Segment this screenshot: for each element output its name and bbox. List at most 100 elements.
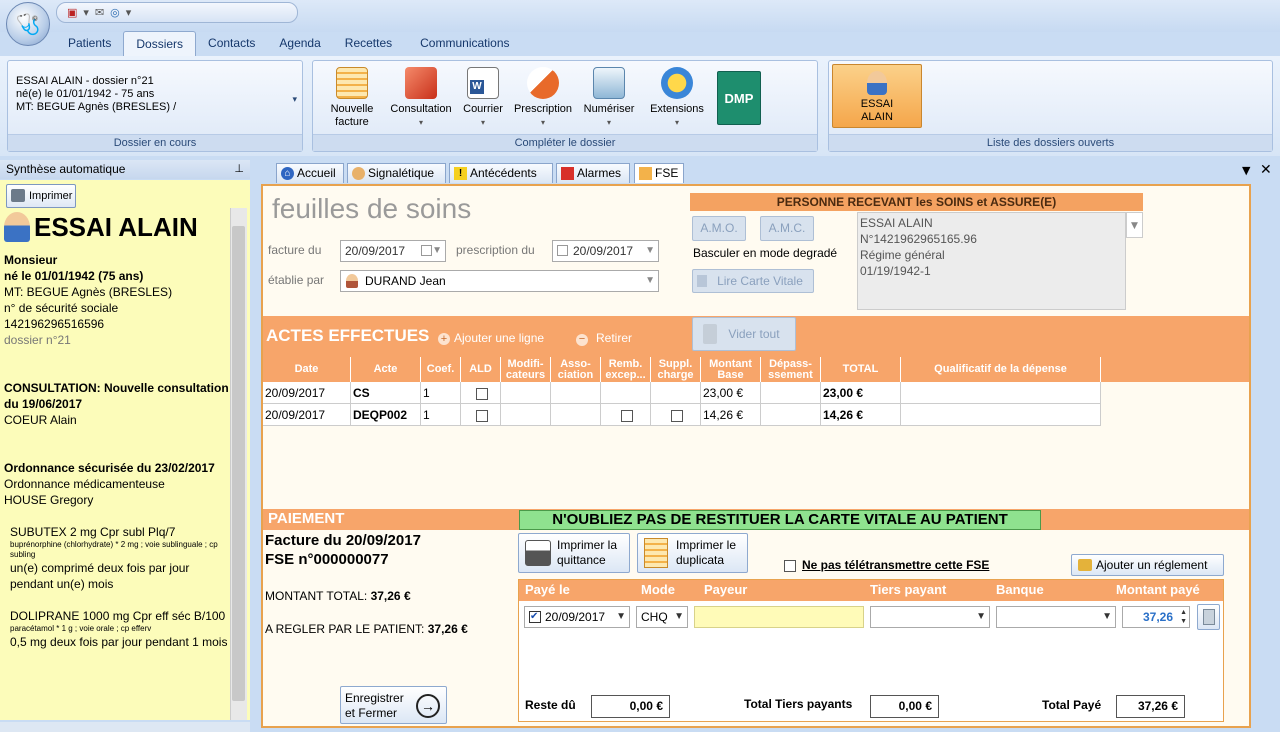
checked-checkbox[interactable]: ✔ (529, 611, 541, 623)
total-paye-label: Total Payé (1042, 698, 1102, 712)
consultation-button[interactable]: Consultation ▾ (387, 67, 455, 129)
tab-agenda[interactable]: Agenda (267, 31, 332, 57)
vider-tout-button[interactable]: Vider tout (692, 317, 796, 351)
button-label: Consultation (390, 103, 452, 115)
chevron-down-icon[interactable]: ▼ (674, 607, 684, 627)
medication-detail: buprénorphine (chlorhydrate) * 2 mg ; vo… (10, 540, 218, 559)
ald-checkbox[interactable] (475, 387, 488, 400)
dmp-button[interactable]: DMP (717, 71, 767, 125)
cell-depassement (761, 404, 821, 426)
pdf-icon[interactable]: ▣ (67, 6, 77, 19)
column-header: Qualificatif de la dépense (901, 357, 1101, 382)
chevron-down-icon[interactable]: ▼ (645, 241, 655, 261)
remove-line-button[interactable]: − Retirer (576, 331, 632, 346)
prescription-date-picker[interactable]: 20/09/2017 ▼ (552, 240, 659, 262)
cell-total: 14,26 € (821, 404, 901, 426)
tab-signaletique[interactable]: Signalétique (347, 163, 446, 183)
web-icon[interactable]: ◎ (110, 6, 120, 19)
close-icon[interactable]: ✕ (1260, 162, 1272, 178)
dropdown-icon: ▾ (480, 118, 485, 127)
facture-date-picker[interactable]: 20/09/2017 ▼ (340, 240, 446, 262)
column-header: Coef. (421, 357, 461, 382)
tab-dossiers[interactable]: Dossiers (123, 31, 197, 57)
tab-patients[interactable]: Patients (56, 31, 123, 57)
table-row[interactable]: 20/09/2017 CS 1 23,00 € 23,00 € (263, 382, 1101, 404)
chevron-down-icon[interactable]: ▼ (1242, 164, 1250, 177)
tab-accueil[interactable]: ⌂ Accueil (276, 163, 344, 183)
no-teletrans-checkbox[interactable] (784, 559, 796, 572)
chevron-down-icon[interactable]: ▼ (1126, 212, 1143, 238)
flag-icon (561, 167, 574, 180)
extensions-button[interactable]: Extensions ▾ (647, 67, 707, 129)
cell-base: 14,26 € (701, 404, 761, 426)
group-dossiers-ouverts: ESSAI ALAIN Liste des dossiers ouverts (828, 60, 1273, 152)
montant-paye-stepper[interactable]: 37,26 ▲ ▼ (1122, 606, 1190, 628)
remb-checkbox[interactable] (620, 409, 633, 422)
amo-button[interactable]: A.M.O. (692, 216, 746, 241)
prescription-button[interactable]: Prescription ▾ (511, 67, 575, 129)
dropdown-icon[interactable]: ▾ (126, 6, 132, 19)
amc-button[interactable]: A.M.C. (760, 216, 814, 241)
print-button[interactable]: Imprimer (6, 184, 76, 208)
tab-recettes[interactable]: Recettes (333, 31, 404, 57)
tab-communications[interactable]: Communications (404, 31, 521, 57)
tab-contacts[interactable]: Contacts (196, 31, 267, 57)
print-quittance-button[interactable]: Imprimer la quittance (518, 533, 630, 573)
praticien-select[interactable]: DURAND Jean ▼ (340, 270, 659, 292)
dropdown-icon: ▾ (418, 118, 423, 127)
tiers-payant-select[interactable]: ▼ (870, 606, 990, 628)
paye-le-date-picker[interactable]: ✔ 20/09/2017 ▼ (524, 606, 630, 628)
print-duplicata-button[interactable]: Imprimer le duplicata (637, 533, 748, 573)
chevron-down-icon[interactable]: ▼ (432, 241, 442, 261)
chevron-down-icon[interactable]: ▼ (616, 607, 626, 627)
suppl-checkbox[interactable] (670, 409, 683, 422)
ordonnance-title: Ordonnance sécurisée du 23/02/2017 (4, 461, 215, 475)
pin-icon[interactable]: ⊥ (234, 160, 244, 178)
save-close-button[interactable]: Enregistrer et Fermer → (340, 686, 447, 724)
open-dossier-essai-alain[interactable]: ESSAI ALAIN (832, 64, 922, 128)
checkbox[interactable] (421, 245, 432, 256)
chevron-down-icon[interactable]: ▼ (645, 271, 655, 291)
field-value: 20/09/2017 (345, 244, 406, 258)
spinner-icon[interactable]: ▲ ▼ (1180, 608, 1187, 626)
secu-number: 142196296516596 (4, 317, 105, 331)
tab-antecedents[interactable]: ! Antécédents (449, 163, 553, 183)
tab-label: Signalétique (368, 166, 435, 180)
chevron-down-icon[interactable]: ▼ (976, 607, 986, 627)
mode-select[interactable]: CHQ ▼ (636, 606, 688, 628)
checkbox[interactable] (557, 245, 568, 256)
column-header: Acte (351, 357, 421, 382)
table-row[interactable]: 20/09/2017 DEQP002 1 14,26 € 14,26 € (263, 404, 1101, 426)
add-line-button[interactable]: + Ajouter une ligne (438, 331, 544, 345)
courrier-button[interactable]: W Courrier ▾ (459, 67, 507, 129)
chevron-down-icon[interactable]: ▾ (292, 95, 297, 105)
ald-checkbox[interactable] (475, 409, 488, 422)
ribbon-tabs: Patients Dossiers Contacts Agenda Recett… (56, 31, 522, 57)
cell-coef: 1 (421, 404, 461, 426)
gears-icon (661, 67, 693, 99)
payeur-input[interactable] (694, 606, 864, 628)
mode-degrade-link[interactable]: Basculer en mode degradé (693, 246, 837, 260)
tab-fse[interactable]: FSE (634, 163, 684, 183)
numeriser-button[interactable]: Numériser ▾ (581, 67, 637, 129)
assure-line: N°1421962965165.96 (860, 232, 977, 246)
current-patient-info[interactable]: ESSAI ALAIN - dossier n°21 né(e) le 01/0… (16, 75, 176, 114)
field-value: 20/09/2017 (545, 610, 606, 624)
calculator-button[interactable] (1197, 604, 1220, 630)
field-value: CHQ (641, 610, 668, 624)
add-reglement-button[interactable]: Ajouter un réglement (1071, 554, 1224, 576)
mail-icon[interactable]: ✉ (95, 6, 104, 19)
lire-carte-vitale-button[interactable]: Lire Carte Vitale (692, 269, 814, 293)
new-invoice-button[interactable]: Nouvelle facture (325, 67, 379, 129)
no-teletrans-option[interactable]: Ne pas télétransmettre cette FSE (784, 558, 989, 572)
banque-select[interactable]: ▼ (996, 606, 1116, 628)
invoice-icon (644, 538, 668, 568)
chevron-down-icon[interactable]: ▼ (1102, 607, 1112, 627)
tab-alarmes[interactable]: Alarmes (556, 163, 630, 183)
scrollbar-thumb[interactable] (232, 226, 245, 701)
a-regler: A REGLER PAR LE PATIENT: 37,26 € (265, 622, 468, 636)
dropdown-icon[interactable]: ▾ (83, 6, 89, 19)
app-menu-button[interactable]: 🩺 (6, 2, 50, 46)
column-header: Suppl. charge (651, 357, 701, 382)
panel-footer (0, 722, 250, 732)
